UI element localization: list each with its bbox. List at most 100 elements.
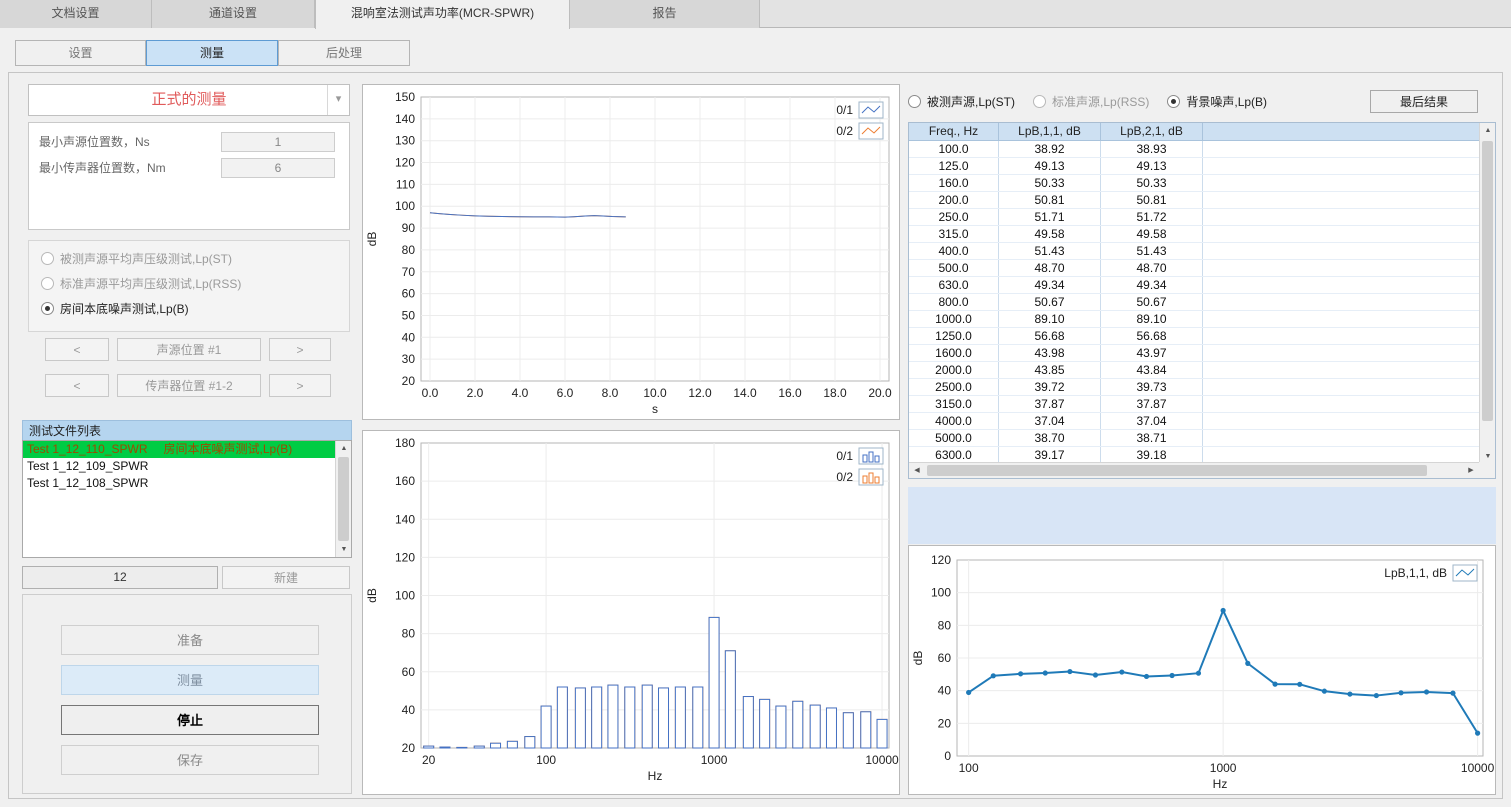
- table-row[interactable]: 6300.039.1739.18: [909, 447, 1479, 462]
- mic-position-button[interactable]: 传声器位置 #1-2: [117, 374, 261, 397]
- rp-radio-lp-b[interactable]: 背景噪声,Lp(B): [1167, 90, 1267, 114]
- radio-button-icon[interactable]: [41, 302, 54, 315]
- scroll-up-icon[interactable]: ▲: [336, 441, 352, 456]
- rp-radio-lp-st[interactable]: 被测声源,Lp(ST): [908, 90, 1015, 114]
- table-cell: 49.58: [999, 226, 1101, 242]
- table-cell: 1000.0: [909, 311, 999, 327]
- measurement-mode-dropdown[interactable]: 正式的测量 ▾: [28, 84, 350, 116]
- radio-lp-rss[interactable]: 标准声源平均声压级测试,Lp(RSS): [29, 272, 349, 297]
- table-row[interactable]: 200.050.8150.81: [909, 192, 1479, 209]
- source-prev-button[interactable]: <: [45, 338, 109, 361]
- table-cell-filler: [1203, 277, 1479, 293]
- table-row[interactable]: 125.049.1349.13: [909, 158, 1479, 175]
- table-cell: 315.0: [909, 226, 999, 242]
- table-cell: 48.70: [999, 260, 1101, 276]
- table-row[interactable]: 1250.056.6856.68: [909, 328, 1479, 345]
- table-row[interactable]: 250.051.7151.72: [909, 209, 1479, 226]
- subtab-settings[interactable]: 设置: [15, 40, 146, 66]
- measure-button[interactable]: 测量: [61, 665, 319, 695]
- table-cell: 43.84: [1101, 362, 1203, 378]
- table-row[interactable]: 500.048.7048.70: [909, 260, 1479, 277]
- table-row[interactable]: 5000.038.7038.71: [909, 430, 1479, 447]
- table-cell: 3150.0: [909, 396, 999, 412]
- table-cell: 43.97: [1101, 345, 1203, 361]
- table-cell: 38.70: [999, 430, 1101, 446]
- svg-text:0.0: 0.0: [422, 386, 439, 400]
- table-row[interactable]: 2500.039.7239.73: [909, 379, 1479, 396]
- table-cell: 37.04: [1101, 413, 1203, 429]
- radio-label: 标准声源平均声压级测试,Lp(RSS): [60, 277, 241, 291]
- time-history-svg: 20304050607080901001101201301401500.02.0…: [363, 85, 899, 419]
- scroll-down-icon[interactable]: ▼: [336, 542, 352, 557]
- file-name: Test 1_12_110_SPWR: [27, 442, 148, 456]
- table-row[interactable]: 3150.037.8737.87: [909, 396, 1479, 413]
- table-row[interactable]: 160.050.3350.33: [909, 175, 1479, 192]
- new-file-button[interactable]: 新建: [222, 566, 350, 589]
- table-row[interactable]: 1000.089.1089.10: [909, 311, 1479, 328]
- mic-prev-button[interactable]: <: [45, 374, 109, 397]
- min-source-positions-input[interactable]: [221, 132, 335, 152]
- table-cell: 37.04: [999, 413, 1101, 429]
- table-header-cell: LpB,2,1, dB: [1101, 123, 1203, 140]
- table-row[interactable]: 400.051.4351.43: [909, 243, 1479, 260]
- min-source-positions-label: 最小声源位置数，Ns: [39, 131, 150, 153]
- table-row[interactable]: 315.049.5849.58: [909, 226, 1479, 243]
- test-file-list[interactable]: Test 1_12_110_SPWR房间本底噪声测试,Lp(B)Test 1_1…: [22, 440, 352, 558]
- svg-text:dB: dB: [365, 588, 379, 603]
- svg-text:60: 60: [402, 665, 416, 679]
- radio-lp-st[interactable]: 被测声源平均声压级测试,Lp(ST): [29, 247, 349, 272]
- radio-lp-b[interactable]: 房间本底噪声测试,Lp(B): [29, 297, 349, 322]
- result-table: Freq., HzLpB,1,1, dBLpB,2,1, dB 100.038.…: [908, 122, 1496, 479]
- table-horizontal-scrollbar[interactable]: ◀ ▶: [909, 462, 1479, 478]
- chevron-down-icon[interactable]: ▾: [327, 85, 349, 115]
- table-vertical-scrollbar[interactable]: ▲ ▼: [1479, 123, 1495, 464]
- table-row[interactable]: 4000.037.0437.04: [909, 413, 1479, 430]
- radio-button-icon[interactable]: [1167, 95, 1180, 108]
- svg-text:80: 80: [402, 243, 416, 257]
- rp-radio-lp-rss[interactable]: 标准声源,Lp(RSS): [1033, 90, 1149, 114]
- subtab-postprocessing[interactable]: 后处理: [278, 40, 410, 66]
- table-cell: 39.73: [1101, 379, 1203, 395]
- table-cell: 48.70: [1101, 260, 1203, 276]
- scrollbar-thumb[interactable]: [338, 457, 349, 541]
- file-counter-field[interactable]: 12: [22, 566, 218, 589]
- stop-button[interactable]: 停止: [61, 705, 319, 735]
- radio-button-icon[interactable]: [41, 252, 54, 265]
- scroll-up-icon[interactable]: ▲: [1480, 123, 1496, 138]
- table-header-cell: Freq., Hz: [909, 123, 999, 140]
- table-row[interactable]: 800.050.6750.67: [909, 294, 1479, 311]
- scroll-left-icon[interactable]: ◀: [909, 463, 925, 478]
- prepare-button[interactable]: 准备: [61, 625, 319, 655]
- table-cell: 56.68: [999, 328, 1101, 344]
- radio-label: 被测声源平均声压级测试,Lp(ST): [60, 252, 232, 266]
- save-button[interactable]: 保存: [61, 745, 319, 775]
- radio-button-icon[interactable]: [1033, 95, 1046, 108]
- source-position-button[interactable]: 声源位置 #1: [117, 338, 261, 361]
- radio-button-icon[interactable]: [41, 277, 54, 290]
- subtab-measurement[interactable]: 测量: [146, 40, 278, 66]
- tab-mcr-spwr[interactable]: 混响室法测试声功率(MCR-SPWR): [315, 0, 570, 29]
- scrollbar-thumb[interactable]: [927, 465, 1427, 476]
- file-list-scrollbar[interactable]: ▲ ▼: [335, 441, 351, 557]
- tab-document-settings[interactable]: 文档设置: [0, 0, 152, 28]
- source-next-button[interactable]: >: [269, 338, 331, 361]
- file-list-item[interactable]: Test 1_12_109_SPWR: [23, 458, 335, 475]
- final-result-button[interactable]: 最后结果: [1370, 90, 1478, 113]
- table-row[interactable]: 630.049.3449.34: [909, 277, 1479, 294]
- tab-report[interactable]: 报告: [570, 0, 760, 28]
- mic-next-button[interactable]: >: [269, 374, 331, 397]
- table-cell: 6300.0: [909, 447, 999, 462]
- radio-button-icon[interactable]: [908, 95, 921, 108]
- min-mic-positions-input[interactable]: [221, 158, 335, 178]
- scroll-right-icon[interactable]: ▶: [1463, 463, 1479, 478]
- file-list-item[interactable]: Test 1_12_108_SPWR: [23, 475, 335, 492]
- svg-text:10000: 10000: [1461, 761, 1495, 775]
- time-history-chart: 20304050607080901001101201301401500.02.0…: [362, 84, 900, 420]
- table-row[interactable]: 100.038.9238.93: [909, 141, 1479, 158]
- table-cell: 49.13: [1101, 158, 1203, 174]
- tab-channel-settings[interactable]: 通道设置: [152, 0, 315, 28]
- table-row[interactable]: 1600.043.9843.97: [909, 345, 1479, 362]
- table-row[interactable]: 2000.043.8543.84: [909, 362, 1479, 379]
- scrollbar-thumb[interactable]: [1482, 141, 1493, 421]
- file-list-item[interactable]: Test 1_12_110_SPWR房间本底噪声测试,Lp(B): [23, 441, 335, 458]
